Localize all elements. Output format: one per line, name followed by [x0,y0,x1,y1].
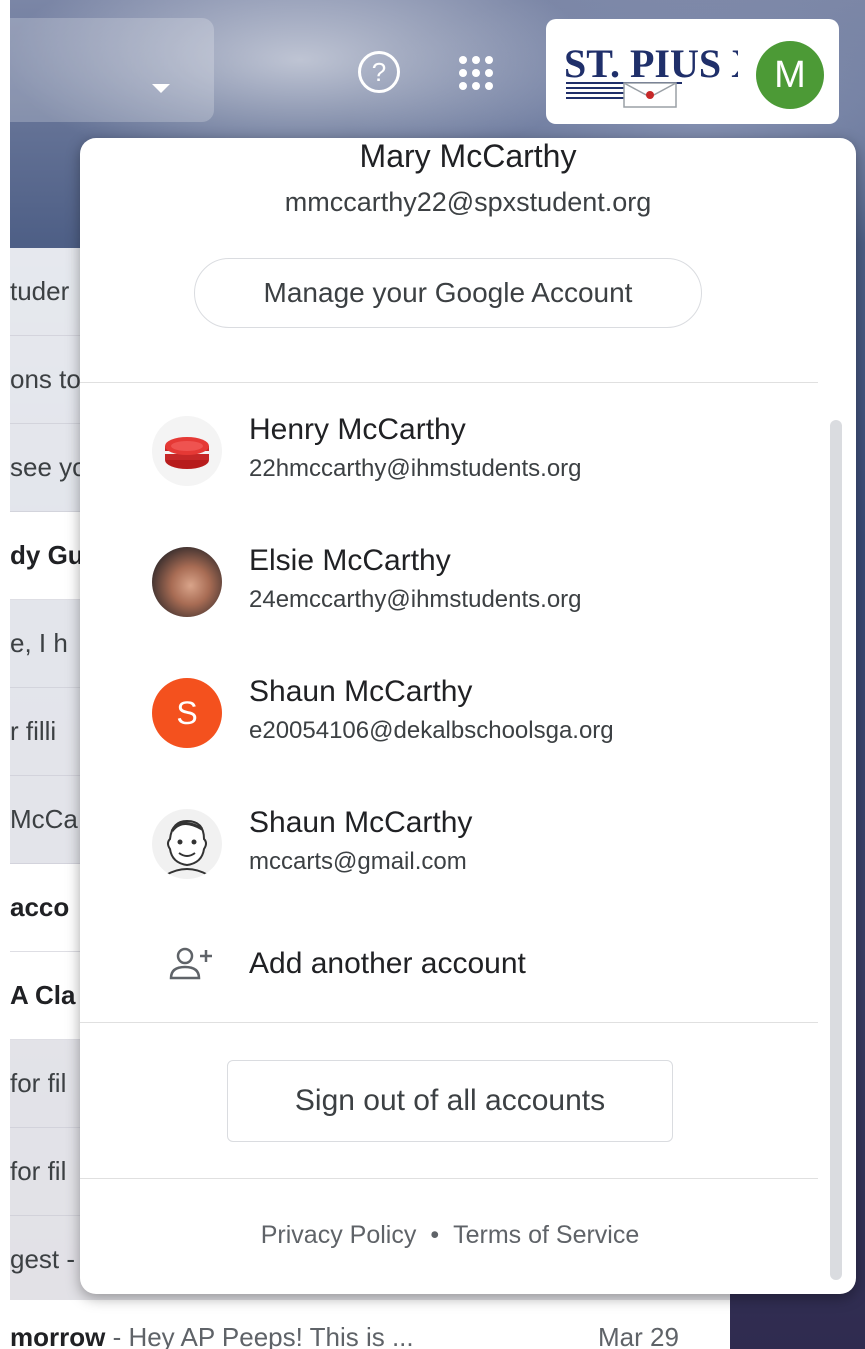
email-row[interactable]: morrow - Hey AP Peeps! This is ... Mar 2… [10,1300,730,1349]
search-bar[interactable] [10,18,214,122]
divider [80,1022,818,1023]
avatar[interactable]: M [756,41,824,109]
help-circle-icon: ? [371,57,387,87]
account-name: Henry McCarthy [249,413,466,446]
svg-text:ST. PIUS X: ST. PIUS X [564,41,738,86]
avatar [152,809,222,879]
account-email: 24emccarthy@ihmstudents.org [249,586,582,613]
account-item-shaun-gmail[interactable]: Shaun McCarthy mccarts@gmail.com [80,795,820,905]
email-snippet: - Hey AP Peeps! This is ... [105,1322,414,1349]
avatar [152,416,222,486]
apps-grid-icon[interactable] [456,53,494,91]
caret-down-icon[interactable] [152,84,170,93]
account-name: Elsie McCarthy [249,544,451,577]
email-subject: morrow [10,1322,106,1349]
separator-dot: • [430,1221,440,1249]
account-name: Shaun McCarthy [249,806,473,839]
add-account-button[interactable]: Add another account [80,932,820,1002]
help-button[interactable]: ? [358,51,400,93]
account-switcher-popup: Mary McCarthy mmccarthy22@spxstudent.org… [80,138,856,1294]
account-item-shaun-dekalb[interactable]: S Shaun McCarthy e20054106@dekalbschools… [80,664,820,774]
email-date: Mar 29 [598,1322,679,1349]
avatar: S [152,678,222,748]
divider [80,382,818,383]
avatar [152,547,222,617]
current-account-name: Mary McCarthy [359,138,577,174]
manage-account-button[interactable]: Manage your Google Account [194,258,702,328]
account-item-henry[interactable]: Henry McCarthy 22hmccarthy@ihmstudents.o… [80,402,820,512]
divider [80,1178,818,1179]
terms-of-service-link[interactable]: Terms of Service [453,1221,639,1249]
left-edge [0,0,10,1349]
account-chip[interactable]: ST. PIUS X M [546,19,839,124]
scrollbar[interactable] [830,420,842,1280]
org-logo: ST. PIUS X [562,37,760,111]
account-name: Shaun McCarthy [249,675,473,708]
current-account-email: mmccarthy22@spxstudent.org [284,187,652,217]
sign-out-all-button[interactable]: Sign out of all accounts [227,1060,673,1142]
account-email: e20054106@dekalbschoolsga.org [249,717,614,744]
footer: Privacy Policy • Terms of Service [80,1218,820,1252]
account-email: 22hmccarthy@ihmstudents.org [249,455,582,482]
account-item-elsie[interactable]: Elsie McCarthy 24emccarthy@ihmstudents.o… [80,533,820,643]
person-add-icon [168,944,214,984]
account-email: mccarts@gmail.com [249,848,467,875]
add-account-label: Add another account [249,947,526,980]
privacy-policy-link[interactable]: Privacy Policy [261,1221,417,1249]
